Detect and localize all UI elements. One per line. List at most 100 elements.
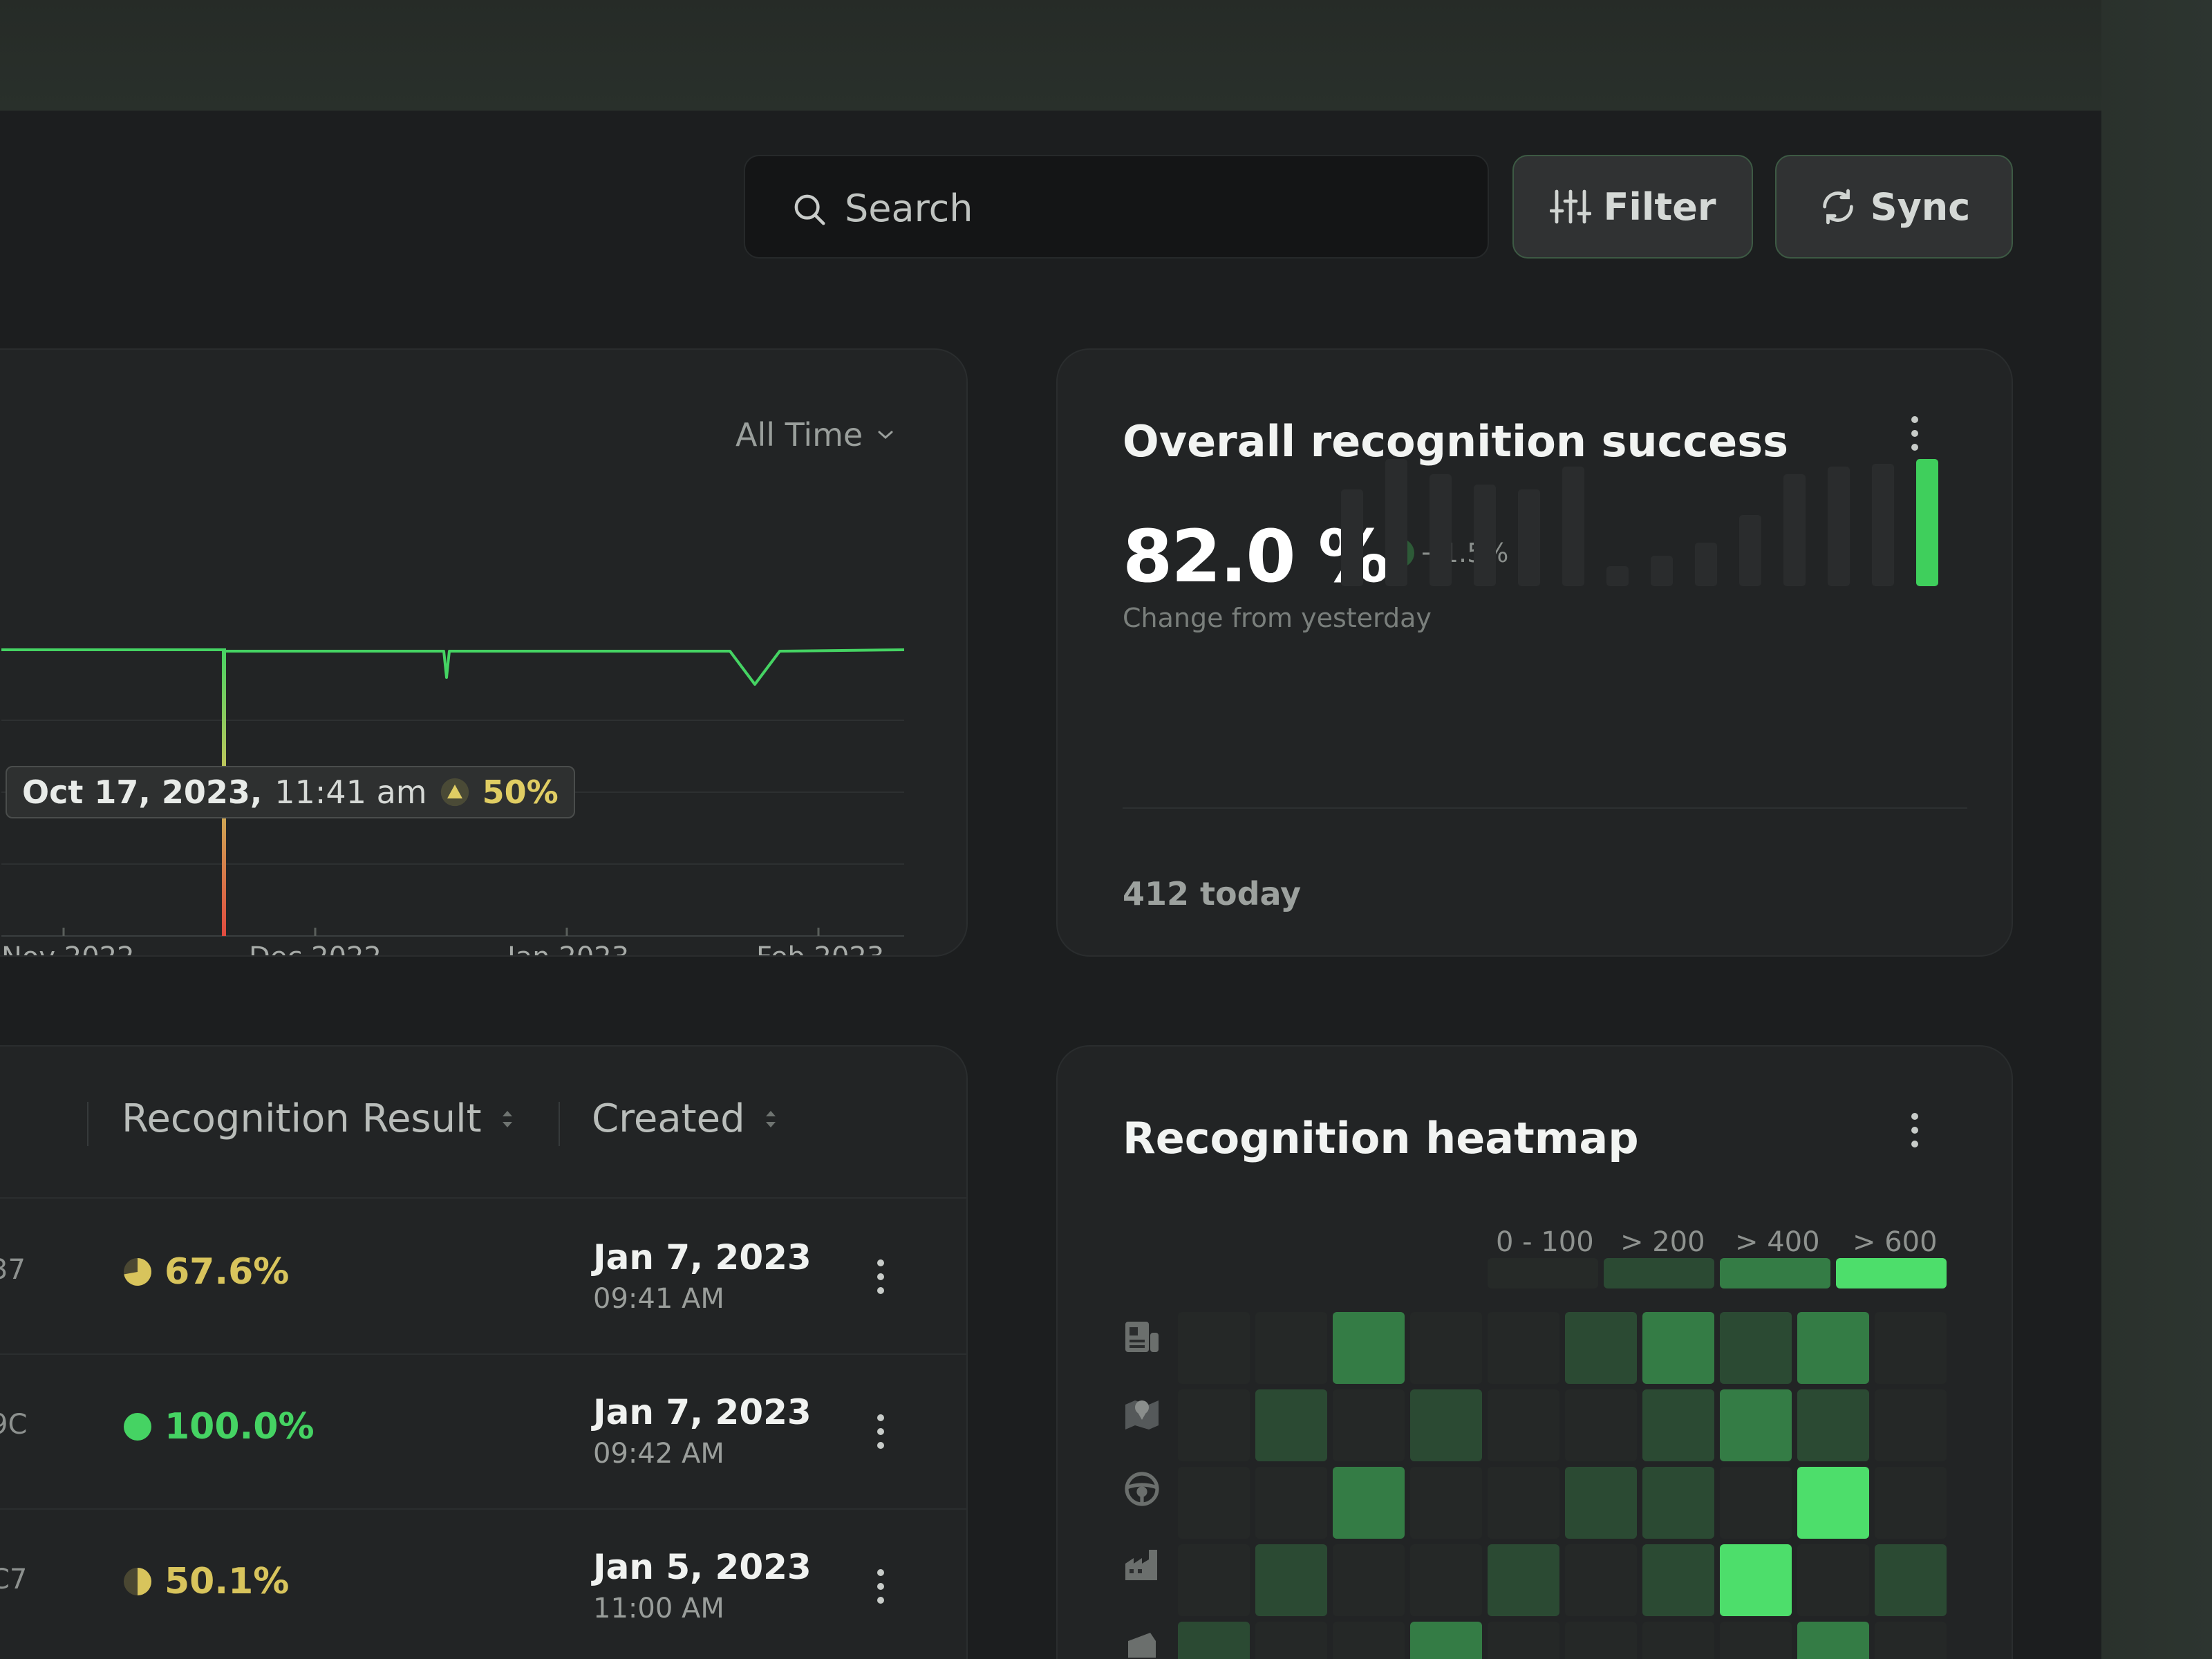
heatmap-cell[interactable]	[1410, 1544, 1482, 1616]
search-input[interactable]	[843, 177, 1454, 239]
tooltip-value: 50%	[482, 774, 559, 811]
heatmap-cell[interactable]	[1797, 1467, 1869, 1539]
heatmap-cell[interactable]	[1797, 1389, 1869, 1461]
heatmap-cell[interactable]	[1642, 1467, 1714, 1539]
heatmap-cell[interactable]	[1333, 1622, 1405, 1659]
heatmap-cell[interactable]	[1333, 1467, 1405, 1539]
heatmap-cell[interactable]	[1488, 1312, 1559, 1384]
heatmap-cell[interactable]	[1255, 1467, 1327, 1539]
daily-bar	[1430, 474, 1452, 586]
daily-bar	[1651, 556, 1673, 586]
heatmap-cell[interactable]	[1488, 1389, 1559, 1461]
heatmap-cell[interactable]	[1255, 1622, 1327, 1659]
heatmap-cell[interactable]	[1178, 1312, 1250, 1384]
daily-bar	[1606, 566, 1629, 586]
legend-label: > 600	[1853, 1226, 1938, 1258]
daily-bar	[1341, 489, 1363, 586]
heatmap-cell[interactable]	[1875, 1312, 1947, 1384]
heatmap-cell[interactable]	[1333, 1312, 1405, 1384]
heatmap-cell[interactable]	[1565, 1544, 1637, 1616]
heatmap-cell[interactable]	[1720, 1544, 1792, 1616]
heatmap-cell[interactable]	[1875, 1389, 1947, 1461]
timeline-chart	[1, 648, 905, 937]
filter-button[interactable]: Filter	[1512, 155, 1753, 259]
sync-icon	[1822, 189, 1853, 225]
heatmap-cell[interactable]	[1797, 1544, 1869, 1616]
legend-swatch	[1604, 1258, 1714, 1288]
result-value: 50.1%	[165, 1561, 290, 1602]
daily-bar	[1739, 515, 1761, 586]
factory-icon	[1125, 1550, 1157, 1580]
more-options-icon[interactable]	[1908, 1113, 1922, 1154]
heatmap-cell[interactable]	[1565, 1622, 1637, 1659]
table-row[interactable]: 37 67.6% Jan 7, 2023 09:41 AM	[0, 1199, 966, 1355]
column-label: Created	[592, 1096, 745, 1141]
daily-bar	[1562, 467, 1584, 586]
heatmap-cell[interactable]	[1178, 1389, 1250, 1461]
heatmap-cell[interactable]	[1565, 1389, 1637, 1461]
x-tick-label: Jan 2023	[507, 941, 629, 955]
sort-icon	[502, 1110, 512, 1127]
table-header: Recognition Result Created	[0, 1047, 966, 1199]
heatmap-cell[interactable]	[1875, 1544, 1947, 1616]
daily-bar	[1783, 474, 1806, 586]
heatmap-cell[interactable]	[1797, 1312, 1869, 1384]
heatmap-cell[interactable]	[1720, 1312, 1792, 1384]
row-more-options-icon[interactable]	[874, 1259, 888, 1301]
heatmap-cell[interactable]	[1488, 1544, 1559, 1616]
sliders-icon	[1549, 189, 1591, 224]
created-date: Jan 7, 2023	[593, 1237, 812, 1277]
dashboard-window: Filter Sync All Time	[0, 111, 2101, 1659]
heatmap-cell[interactable]	[1720, 1467, 1792, 1539]
heatmap-cell[interactable]	[1410, 1467, 1482, 1539]
tooltip-date: Oct 17, 2023,	[22, 774, 263, 811]
heatmap-cell[interactable]	[1410, 1312, 1482, 1384]
heatmap-cell[interactable]	[1642, 1544, 1714, 1616]
column-divider	[87, 1102, 88, 1146]
row-more-options-icon[interactable]	[874, 1569, 888, 1611]
heatmap-cell[interactable]	[1875, 1467, 1947, 1539]
heatmap-cell[interactable]	[1720, 1622, 1792, 1659]
overall-success-card: Overall recognition success 82.0 % +1.5%…	[1056, 348, 2013, 957]
heatmap-cell[interactable]	[1642, 1389, 1714, 1461]
search-icon	[794, 194, 825, 225]
warning-icon	[440, 778, 469, 807]
column-created[interactable]: Created	[592, 1096, 778, 1141]
desktop-background	[0, 0, 2212, 111]
heatmap-cell[interactable]	[1178, 1467, 1250, 1539]
heatmap-cell[interactable]	[1565, 1312, 1637, 1384]
sync-button[interactable]: Sync	[1775, 155, 2013, 259]
heatmap-cell[interactable]	[1875, 1622, 1947, 1659]
heatmap-cell[interactable]	[1255, 1544, 1327, 1616]
heatmap-cell[interactable]	[1488, 1622, 1559, 1659]
legend-swatch	[1836, 1258, 1947, 1288]
heatmap-cell[interactable]	[1642, 1622, 1714, 1659]
heatmap-cell[interactable]	[1178, 1622, 1250, 1659]
column-label: Recognition Result	[122, 1096, 482, 1141]
heatmap-cell[interactable]	[1410, 1622, 1482, 1659]
table-row[interactable]: C7 50.1% Jan 5, 2023 11:00 AM	[0, 1508, 966, 1659]
heatmap-cell[interactable]	[1797, 1622, 1869, 1659]
half-circle-icon	[124, 1568, 151, 1595]
daily-bar	[1872, 464, 1894, 586]
legend-swatch	[1488, 1258, 1598, 1288]
column-recognition-result[interactable]: Recognition Result	[122, 1096, 515, 1141]
heatmap-cell[interactable]	[1333, 1389, 1405, 1461]
heatmap-cell[interactable]	[1178, 1544, 1250, 1616]
result-value: 67.6%	[165, 1251, 290, 1293]
x-tick-label: Nov 2022	[1, 941, 135, 955]
heatmap-cell[interactable]	[1255, 1312, 1327, 1384]
heatmap-cell[interactable]	[1333, 1544, 1405, 1616]
card-title: Recognition heatmap	[1123, 1113, 1639, 1163]
heatmap-cell[interactable]	[1565, 1467, 1637, 1539]
heatmap-cell[interactable]	[1642, 1312, 1714, 1384]
daily-bar	[1474, 485, 1496, 586]
heatmap-cell[interactable]	[1720, 1389, 1792, 1461]
row-more-options-icon[interactable]	[874, 1414, 888, 1456]
heatmap-cell[interactable]	[1255, 1389, 1327, 1461]
table-row[interactable]: 9C 100.0% Jan 7, 2023 09:42 AM	[0, 1353, 966, 1510]
search-box[interactable]	[744, 155, 1489, 259]
heatmap-cell[interactable]	[1488, 1467, 1559, 1539]
filter-button-label: Filter	[1603, 185, 1716, 229]
heatmap-cell[interactable]	[1410, 1389, 1482, 1461]
